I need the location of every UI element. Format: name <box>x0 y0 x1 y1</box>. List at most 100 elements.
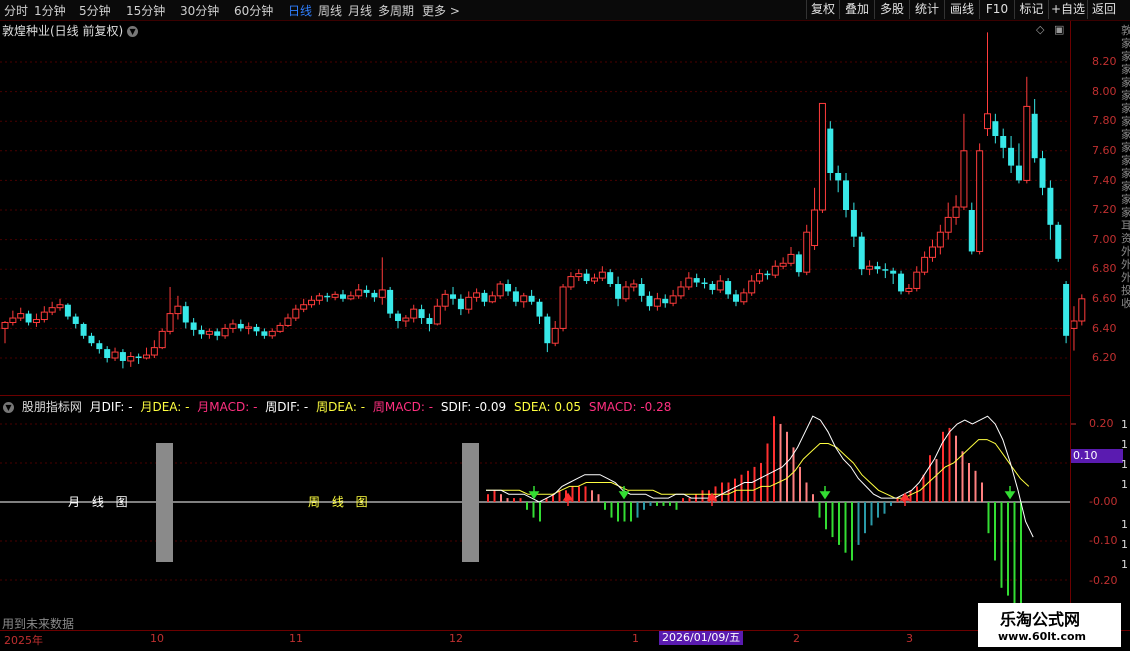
gray-block <box>462 443 479 562</box>
panel-separator <box>0 395 1070 396</box>
candle-body <box>331 293 339 298</box>
candle-body <box>685 277 693 288</box>
side-digit: 1 <box>1121 478 1128 491</box>
candle-body <box>669 295 677 304</box>
candle-body <box>119 352 126 361</box>
candle-body <box>104 349 111 358</box>
side-digit: 1 <box>1121 458 1128 471</box>
candle-body <box>441 293 449 307</box>
indicator-header: ▼ 股朋指标网 月DIF: - 月DEA: - 月MACD: - 周DIF: -… <box>3 398 675 415</box>
candle-body <box>276 324 284 332</box>
candle-body <box>205 330 213 335</box>
candle-body <box>787 253 795 264</box>
candle-body <box>261 331 268 336</box>
side-digit: 1 <box>1121 518 1128 531</box>
watermark-logo: 乐淘公式网 www.60lt.com <box>978 603 1121 647</box>
watermark-url: www.60lt.com <box>998 630 1087 643</box>
chevron-down-icon[interactable]: ▼ <box>3 402 14 413</box>
candle-body <box>677 286 685 297</box>
candle-body <box>936 231 944 248</box>
time-tick: 1 <box>632 632 639 645</box>
candle-body <box>1070 320 1078 329</box>
candle-body <box>127 356 135 362</box>
candle-body <box>363 289 370 293</box>
candle-body <box>866 265 874 270</box>
indicator-value: 周DIF: - <box>265 400 309 414</box>
candle-body <box>182 306 189 323</box>
candle-body <box>803 231 811 273</box>
candle-body <box>843 180 850 210</box>
candle-body <box>779 262 787 267</box>
candle-body <box>25 313 32 323</box>
candle-body <box>253 326 260 332</box>
candle-body <box>214 331 221 336</box>
candle-body <box>190 322 197 330</box>
gray-block <box>156 443 173 562</box>
candle-body <box>221 327 229 337</box>
indicator-value: SDIF: -0.09 <box>440 400 507 414</box>
price-axis-line <box>1070 21 1071 631</box>
candle-body <box>135 356 142 358</box>
candle-body <box>473 292 481 298</box>
price-tick: 7.80 <box>1092 114 1117 127</box>
candle-body <box>17 313 25 319</box>
candle-body <box>811 209 819 247</box>
dif-line <box>486 415 1034 538</box>
candle-body <box>56 304 64 309</box>
indicator-value: 月MACD: - <box>197 400 258 414</box>
candle-body <box>858 236 865 270</box>
candle-body <box>992 121 999 136</box>
candle-body <box>835 173 842 181</box>
candle-body <box>268 330 276 337</box>
candle-body <box>583 273 590 282</box>
candle-body <box>174 305 182 315</box>
candle-body <box>827 128 834 173</box>
time-tick: 2 <box>793 632 800 645</box>
selected-date-badge: 2026/01/09/五 <box>659 631 744 645</box>
candle-body <box>1078 298 1086 322</box>
candle-body <box>308 299 316 306</box>
candle-body <box>551 327 559 344</box>
candle-body <box>80 323 87 336</box>
indicator-tick: 0.20 <box>1089 417 1114 430</box>
candle-body <box>544 316 551 344</box>
candle-body <box>622 286 630 300</box>
side-digit: 1 <box>1121 538 1128 551</box>
candle-body <box>72 316 79 324</box>
candle-body <box>662 298 669 304</box>
candle-body <box>395 313 401 321</box>
candle-body <box>615 284 622 299</box>
candle-body <box>913 271 921 289</box>
candle-body <box>944 216 952 233</box>
price-chart <box>0 32 1086 612</box>
candle-body <box>709 284 716 290</box>
candle-body <box>850 210 857 237</box>
candle-body <box>387 289 394 314</box>
candle-body <box>607 272 614 284</box>
price-tick: 6.20 <box>1092 351 1117 364</box>
candle-body <box>921 256 929 273</box>
candle-body <box>371 292 378 298</box>
indicator-tick: -0.20 <box>1089 574 1118 587</box>
candle-body <box>874 266 881 270</box>
candle-body <box>976 150 984 252</box>
candle-body <box>402 317 410 322</box>
candle-body <box>245 326 253 329</box>
candle-body <box>898 273 905 292</box>
price-tick: 6.80 <box>1092 262 1117 275</box>
candle-body <box>748 280 756 294</box>
candle-body <box>567 276 575 288</box>
candle-body <box>347 295 355 300</box>
candle-body <box>890 270 897 274</box>
candle-body <box>536 301 543 317</box>
candle-body <box>591 277 598 282</box>
candle-body <box>1008 147 1015 166</box>
side-list-text: 敦家家家家家家家家家家家家家家耳资外外外投收 <box>1121 24 1130 310</box>
candle-body <box>764 273 771 276</box>
candle-body <box>575 273 583 278</box>
current-value-badge: 0.10 <box>1071 449 1123 463</box>
indicator-value: 周MACD: - <box>372 400 434 414</box>
price-tick: 7.20 <box>1092 203 1117 216</box>
indicator-value: SMACD: -0.28 <box>588 400 672 414</box>
candle-body <box>693 278 700 283</box>
